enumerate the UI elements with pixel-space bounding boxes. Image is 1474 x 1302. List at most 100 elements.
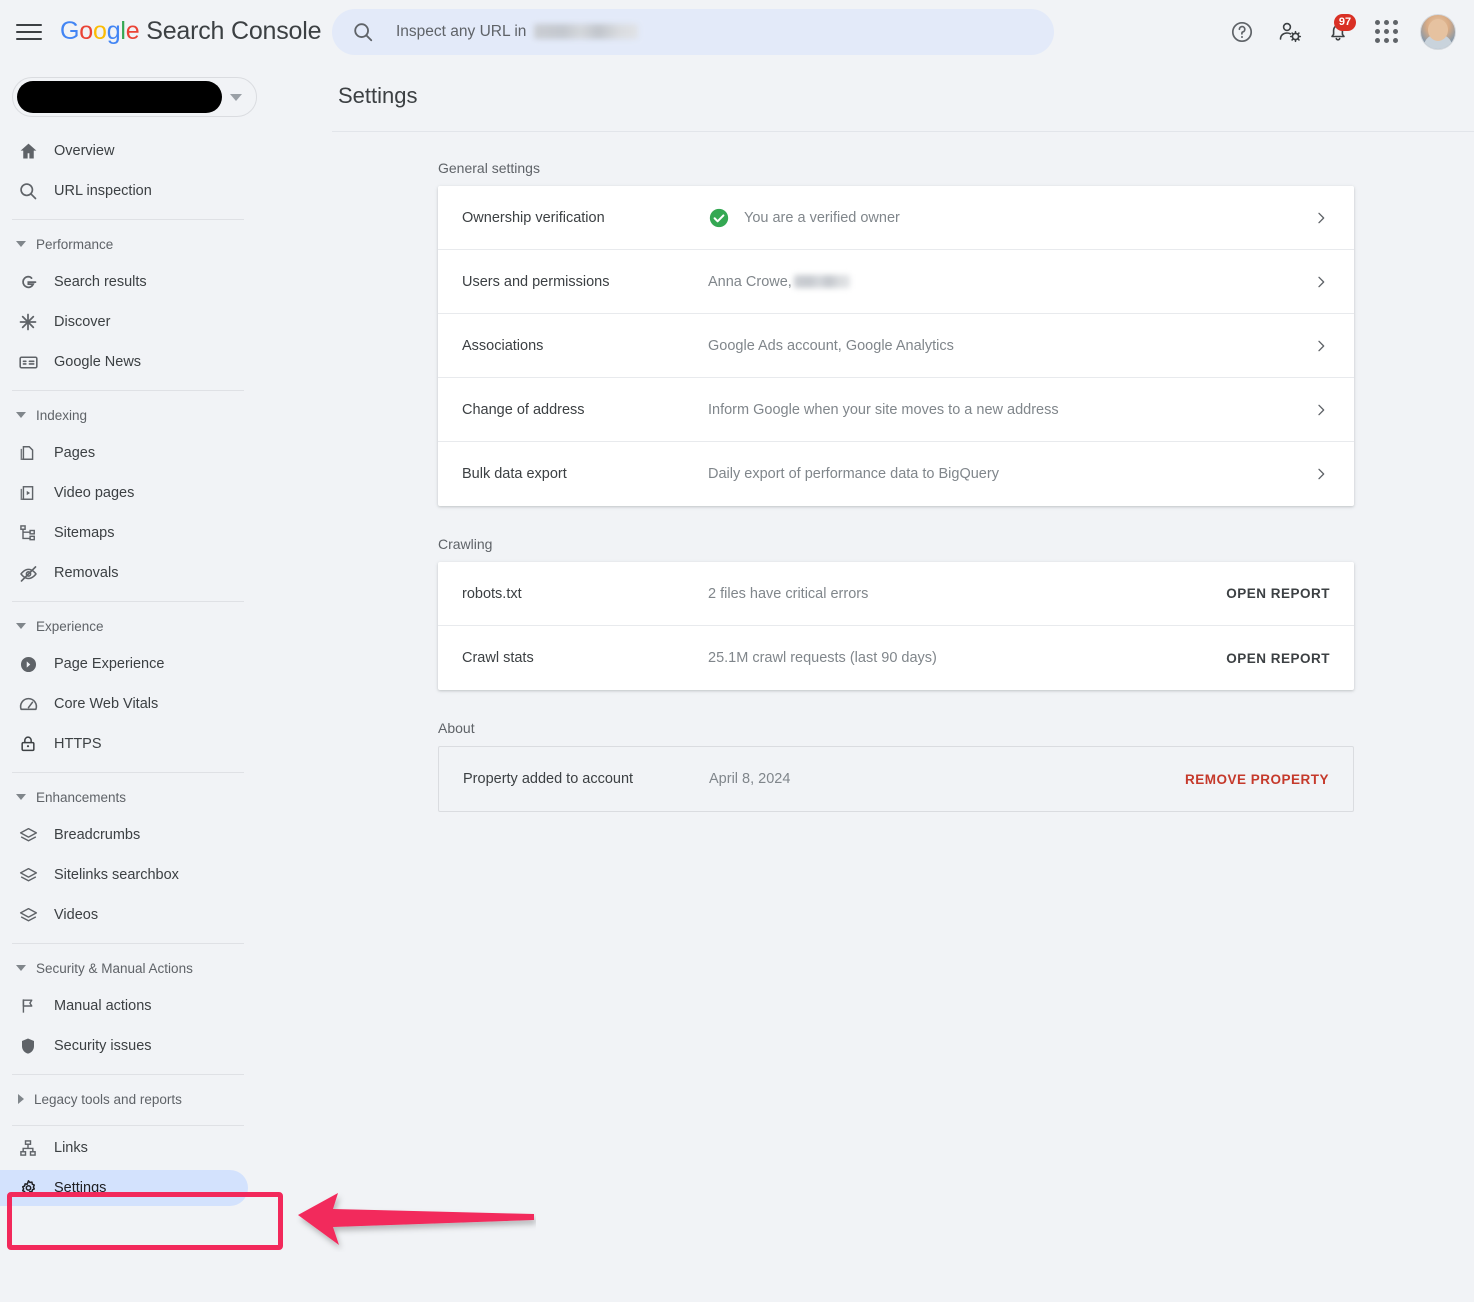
row-value: Google Ads account, Google Analytics [708,337,954,354]
search-icon [354,23,373,42]
search-icon [18,180,46,202]
sidebar-divider [12,1125,244,1126]
user-avatar[interactable] [1420,13,1456,50]
sidebar: Overview URL inspection Performance Sear… [0,63,332,1302]
sidebar-item-settings[interactable]: Settings [0,1168,332,1208]
row-property-added: Property added to account April 8, 2024 … [439,747,1353,811]
row-label: Users and permissions [462,273,610,290]
sidebar-item-videos[interactable]: Videos [0,895,332,935]
sidebar-divider [12,943,244,944]
row-label: Property added to account [463,771,634,787]
sidebar-item-core-web-vitals[interactable]: Core Web Vitals [0,684,332,724]
sidebar-item-page-experience[interactable]: Page Experience [0,644,332,684]
sidebar-divider [12,601,244,602]
chevron-right-icon [18,1094,24,1104]
eye-off-icon [18,562,46,584]
row-crawl-stats[interactable]: Crawl stats 25.1M crawl requests (last 9… [438,626,1354,690]
redacted-user-name [793,275,850,288]
sidebar-item-pages[interactable]: Pages [0,433,332,473]
redacted-domain [534,24,639,40]
property-selector[interactable] [12,77,257,117]
sidebar-item-label: Pages [54,445,96,461]
sidebar-item-manual-actions[interactable]: Manual actions [0,986,332,1026]
sidebar-item-security-issues[interactable]: Security issues [0,1026,332,1066]
sidebar-item-label: Page Experience [54,656,165,672]
sidebar-divider [12,772,244,773]
chevron-right-icon[interactable] [1312,466,1330,482]
sidebar-item-label: Removals [54,565,119,581]
sidebar-item-discover[interactable]: Discover [0,302,332,342]
row-label: Change of address [462,401,585,418]
verified-check-icon [708,207,730,229]
row-users-and-permissions[interactable]: Users and permissions Anna Crowe, [438,250,1354,314]
sidebar-item-label: Links [54,1140,88,1156]
sidebar-item-sitemaps[interactable]: Sitemaps [0,513,332,553]
sidebar-group-legacy-tools[interactable]: Legacy tools and reports [0,1081,332,1117]
sidebar-group-performance[interactable]: Performance [0,226,332,262]
open-report-button[interactable]: OPEN REPORT [1226,586,1330,601]
sidebar-item-sitelinks-searchbox[interactable]: Sitelinks searchbox [0,855,332,895]
sidebar-item-label: Search results [54,274,147,290]
help-icon[interactable] [1218,8,1266,56]
speedometer-icon [18,693,46,715]
pages-icon [18,442,46,464]
row-value-text: Anna Crowe, [708,273,792,290]
about-card: Property added to account April 8, 2024 … [438,746,1354,812]
row-robots-txt[interactable]: robots.txt 2 files have critical errors … [438,562,1354,626]
crawling-card: robots.txt 2 files have critical errors … [438,562,1354,690]
sidebar-group-security[interactable]: Security & Manual Actions [0,950,332,986]
home-icon [18,140,46,162]
chevron-down-icon [16,241,26,247]
apps-grid-icon[interactable] [1362,8,1410,56]
row-value: 25.1M crawl requests (last 90 days) [708,650,937,666]
gear-icon [18,1177,46,1199]
sidebar-item-label: Sitemaps [54,525,115,541]
sidebar-group-enhancements[interactable]: Enhancements [0,779,332,815]
sidebar-item-label: Settings [54,1180,107,1196]
sidebar-group-experience[interactable]: Experience [0,608,332,644]
sidebar-item-video-pages[interactable]: Video pages [0,473,332,513]
app-brand: Google Search Console [60,17,322,46]
sidebar-item-overview[interactable]: Overview [0,131,332,171]
sidebar-item-google-news[interactable]: Google News [0,342,332,382]
redacted-property-name [17,81,222,113]
sidebar-item-https[interactable]: HTTPS [0,724,332,764]
row-change-of-address[interactable]: Change of address Inform Google when you… [438,378,1354,442]
sidebar-item-links[interactable]: Links [0,1128,332,1168]
open-report-button[interactable]: OPEN REPORT [1226,651,1330,666]
section-label-crawling: Crawling [438,536,493,552]
sidebar-group-indexing[interactable]: Indexing [0,397,332,433]
sitemap-icon [18,522,46,544]
layers-icon [18,824,46,846]
top-bar-actions: 97 [1218,0,1456,63]
layers-icon [18,904,46,926]
row-value: 2 files have critical errors [708,585,869,602]
row-associations[interactable]: Associations Google Ads account, Google … [438,314,1354,378]
row-value: Inform Google when your site moves to a … [708,401,1059,418]
url-inspection-search-bar[interactable]: Inspect any URL in [332,9,1054,55]
video-pages-icon [18,482,46,504]
row-label: Crawl stats [462,650,534,666]
sidebar-item-label: Breadcrumbs [54,827,141,843]
row-ownership-verification[interactable]: Ownership verification You are a verifie… [438,186,1354,250]
sidebar-item-label: Security issues [54,1038,152,1054]
row-label: robots.txt [462,585,522,602]
account-settings-icon[interactable] [1266,8,1314,56]
row-bulk-data-export[interactable]: Bulk data export Daily export of perform… [438,442,1354,506]
hamburger-icon[interactable] [16,22,42,42]
layers-icon [18,864,46,886]
sidebar-group-label: Security & Manual Actions [36,960,193,976]
sidebar-item-search-results[interactable]: Search results [0,262,332,302]
sidebar-item-url-inspection[interactable]: URL inspection [0,171,332,211]
notifications-bell-icon[interactable]: 97 [1314,8,1362,56]
sidebar-group-label: Indexing [36,407,88,423]
chevron-right-icon[interactable] [1312,402,1330,418]
sidebar-item-breadcrumbs[interactable]: Breadcrumbs [0,815,332,855]
sidebar-item-removals[interactable]: Removals [0,553,332,593]
chevron-right-icon[interactable] [1312,338,1330,354]
row-label: Ownership verification [462,209,605,226]
chevron-right-icon[interactable] [1312,274,1330,290]
chevron-right-icon[interactable] [1312,210,1330,226]
remove-property-button[interactable]: REMOVE PROPERTY [1185,772,1329,787]
lock-icon [18,733,46,755]
